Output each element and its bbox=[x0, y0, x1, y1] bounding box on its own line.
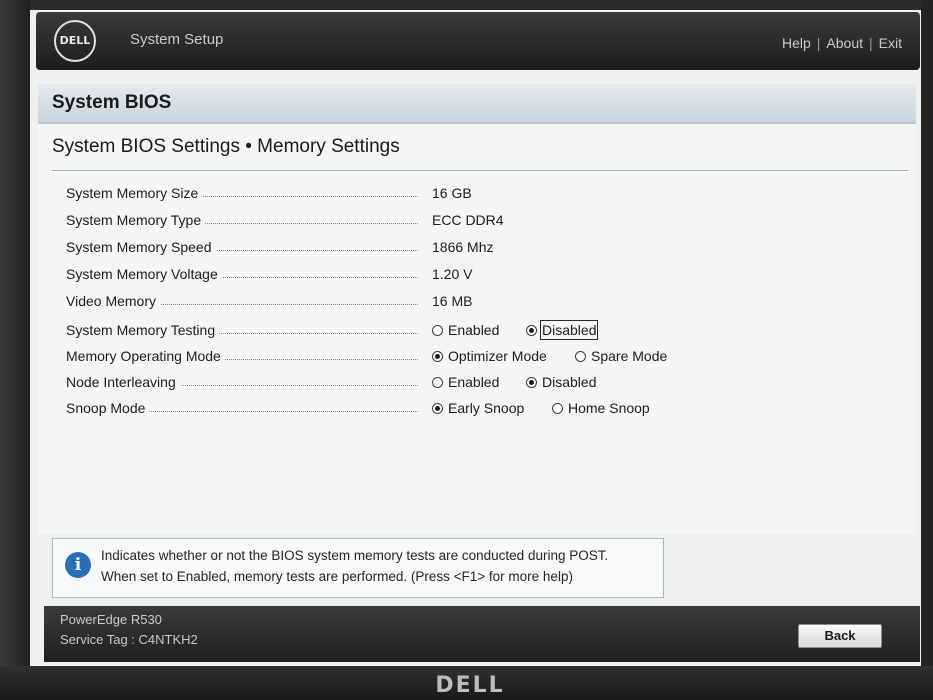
radio-label: Disabled bbox=[539, 320, 599, 340]
system-model: PowerEdge R530 bbox=[60, 612, 162, 627]
radio-label: Spare Mode bbox=[591, 348, 668, 364]
radio-unselected-icon bbox=[552, 402, 563, 414]
radio-label: Home Snoop bbox=[568, 400, 650, 416]
setting-value: ECC DDR4 bbox=[432, 212, 504, 228]
radio-optimizer-mode[interactable]: Optimizer Mode bbox=[432, 348, 547, 364]
radio-node-interleaving-enabled[interactable]: Enabled bbox=[432, 374, 499, 390]
radio-selected-icon bbox=[432, 402, 443, 414]
radio-unselected-icon bbox=[432, 324, 443, 336]
setting-label: Node Interleaving bbox=[66, 374, 180, 390]
dell-logo: DELL bbox=[54, 20, 96, 62]
setting-label: System Memory Size bbox=[66, 185, 203, 201]
setting-value: 16 MB bbox=[432, 293, 473, 309]
help-line: Indicates whether or not the BIOS system… bbox=[101, 548, 609, 563]
radio-node-interleaving-disabled[interactable]: Disabled bbox=[526, 374, 596, 390]
setting-row-video-memory: Video Memory 16 MB bbox=[66, 293, 916, 315]
setting-row-memory-testing: System Memory Testing Enabled Disabled bbox=[66, 320, 916, 344]
setting-label: Memory Operating Mode bbox=[66, 348, 225, 364]
setting-label: System Memory Type bbox=[66, 212, 206, 228]
monitor-bezel-right bbox=[921, 0, 933, 700]
settings-panel: System BIOS Settings • Memory Settings S… bbox=[38, 124, 916, 534]
footer-bar: PowerEdge R530 Service Tag : C4NTKH2 Bac… bbox=[44, 606, 920, 662]
top-bar: DELL System Setup Help | About | Exit bbox=[36, 12, 920, 70]
app-title: System Setup bbox=[130, 31, 224, 48]
setting-label: System Memory Testing bbox=[66, 322, 220, 338]
help-link[interactable]: Help bbox=[782, 35, 811, 51]
radio-unselected-icon bbox=[575, 350, 586, 362]
setting-label: Video Memory bbox=[66, 293, 161, 309]
radio-memory-testing-disabled[interactable]: Disabled bbox=[526, 320, 599, 340]
radio-selected-icon bbox=[526, 324, 537, 336]
radio-label: Enabled bbox=[448, 374, 500, 390]
radio-selected-icon bbox=[526, 376, 537, 388]
setting-value: 16 GB bbox=[432, 185, 472, 201]
radio-label: Early Snoop bbox=[448, 400, 525, 416]
monitor-bezel-bottom: DELL bbox=[0, 666, 933, 700]
radio-label: Disabled bbox=[542, 374, 597, 390]
radio-spare-mode[interactable]: Spare Mode bbox=[575, 348, 667, 364]
about-link[interactable]: About bbox=[826, 35, 863, 51]
help-text: Indicates whether or not the BIOS system… bbox=[101, 545, 608, 587]
setting-value: 1.20 V bbox=[432, 266, 473, 282]
setting-row-node-interleaving: Node Interleaving Enabled Disabled bbox=[66, 374, 916, 396]
link-separator: | bbox=[816, 35, 821, 51]
page-title: System BIOS Settings • Memory Settings bbox=[52, 136, 400, 157]
setting-row-snoop-mode: Snoop Mode Early Snoop Home Snoop bbox=[66, 400, 916, 422]
section-title: System BIOS bbox=[52, 92, 172, 113]
service-tag: Service Tag : C4NTKH2 bbox=[60, 632, 198, 647]
monitor-bezel-top bbox=[0, 0, 933, 10]
section-header: System BIOS bbox=[38, 84, 916, 124]
setting-label: Snoop Mode bbox=[66, 400, 150, 416]
help-line: When set to Enabled, memory tests are pe… bbox=[101, 569, 573, 584]
bios-screen: DELL System Setup Help | About | Exit System… bbox=[30, 10, 921, 666]
monitor-dell-logo: DELL bbox=[435, 673, 505, 698]
link-separator: | bbox=[869, 35, 873, 51]
radio-selected-icon bbox=[432, 350, 443, 362]
radio-unselected-icon bbox=[432, 376, 443, 388]
back-button[interactable]: Back bbox=[798, 624, 882, 648]
exit-link[interactable]: Exit bbox=[879, 35, 902, 51]
radio-memory-testing-enabled[interactable]: Enabled bbox=[432, 322, 499, 338]
setting-label: System Memory Voltage bbox=[66, 266, 222, 282]
setting-label: System Memory Speed bbox=[66, 239, 216, 255]
setting-row-memory-operating-mode: Memory Operating Mode Optimizer Mode Spa… bbox=[66, 348, 916, 370]
setting-row-memory-type: System Memory Type ECC DDR4 bbox=[66, 212, 916, 234]
setting-row-memory-size: System Memory Size 16 GB bbox=[66, 185, 916, 207]
setting-value: 1866 Mhz bbox=[432, 239, 494, 255]
radio-early-snoop[interactable]: Early Snoop bbox=[432, 400, 524, 416]
title-divider bbox=[52, 170, 908, 171]
radio-label: Enabled bbox=[448, 322, 500, 338]
setting-row-memory-speed: System Memory Speed 1866 Mhz bbox=[66, 239, 916, 261]
top-links: Help | About | Exit bbox=[782, 35, 902, 51]
monitor-bezel-left bbox=[0, 0, 30, 700]
radio-home-snoop[interactable]: Home Snoop bbox=[552, 400, 650, 416]
radio-label: Optimizer Mode bbox=[448, 348, 547, 364]
help-box: i Indicates whether or not the BIOS syst… bbox=[52, 538, 664, 598]
setting-row-memory-voltage: System Memory Voltage 1.20 V bbox=[66, 266, 916, 288]
info-icon: i bbox=[65, 552, 91, 578]
